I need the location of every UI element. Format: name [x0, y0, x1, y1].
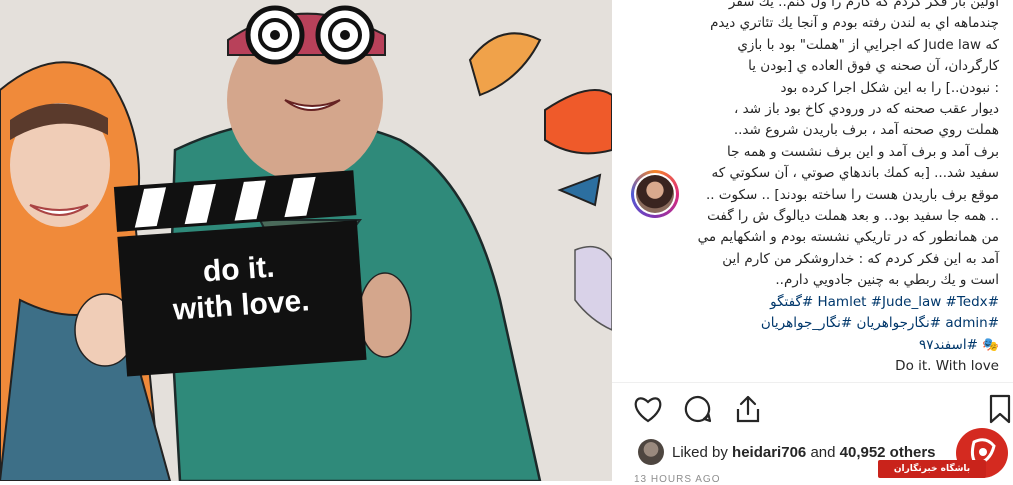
comment-icon[interactable]: [682, 392, 714, 426]
caption-line: چندماهه اي به لندن رفته بودم و آنجا يك ت…: [710, 15, 999, 32]
caption-line: ديوار عقب صحنه كه در ورودي كاخ بود باز ش…: [733, 101, 999, 118]
post-image[interactable]: do it. with love.: [0, 0, 612, 481]
caption-line: سفيد شد... [به كمك باندهاي صوتي ، آن سكو…: [711, 165, 999, 182]
caption-lines: اولين بار فكر كردم كه كارم را ول كنم.. ي…: [697, 0, 1000, 292]
caption-line: من همانطور كه در تاريكي نشسته بودم و اشك…: [697, 229, 999, 246]
liker-avatar[interactable]: [638, 439, 664, 465]
caption-line: موقع برف باريدن هست را ساخته بودند] .. س…: [705, 186, 999, 203]
post-illustration: [0, 0, 612, 481]
liker-username[interactable]: heidari706: [732, 444, 806, 461]
post-side-panel: اولين بار فكر كردم كه كارم را ول كنم.. ي…: [612, 0, 1013, 485]
caption-line: هملت روي صحنه آمد ، برف باريدن شروع شد..: [733, 122, 999, 139]
caption-signature: Do it. With love: [895, 357, 999, 374]
caption-line: برف آمد و برف آمد و اين برف نشست و همه ج…: [726, 143, 999, 160]
caption-line: كارگردان، آن صحنه ي فوق العاده ي [بودن ي…: [748, 58, 999, 75]
hashtags-line-3[interactable]: 🎭 #اسفند۹۷: [699, 335, 999, 356]
action-bar: [612, 392, 1013, 432]
post-timestamp[interactable]: 13 HOURS AGO: [634, 474, 720, 485]
share-icon[interactable]: [732, 392, 764, 426]
caption-line: اولين بار فكر كردم كه كارم را ول كنم.. ي…: [728, 0, 999, 10]
caption-text: اولين بار فكر كردم كه كارم را ول كنم.. ي…: [697, 0, 1000, 377]
caption-line: .. همه جا سفيد بود.. و بعد هملت ديالوگ ش…: [707, 208, 999, 225]
heart-icon[interactable]: [632, 392, 664, 426]
slate-text: do it. with love.: [138, 245, 343, 331]
caption-line: است و يك ربطي به چنين جادويي دارم..: [775, 272, 999, 289]
hashtags-line-1[interactable]: #Hamlet #Jude_law #Tedx #گفتگو: [699, 292, 999, 313]
caption-line: كه Jude law كه اجرايي از "هملت" بود با ب…: [737, 36, 999, 53]
hashtags-line-2[interactable]: #admin #نگارجواهریان #نگار_جواهریان: [699, 313, 999, 334]
caption-area[interactable]: اولين بار فكر كردم كه كارم را ول كنم.. ي…: [612, 0, 1013, 378]
caption-line: : نبودن..] را به اين شكل اجرا كرده بود: [780, 79, 1000, 96]
likes-connector: and: [810, 443, 836, 461]
divider: [612, 382, 1013, 383]
likes-prefix: Liked by: [672, 443, 728, 461]
bookmark-icon[interactable]: [984, 392, 1013, 426]
watermark-logo: باشگاه خبرنگاران: [878, 428, 1013, 481]
author-avatar[interactable]: [631, 170, 679, 218]
caption-line: آمد به اين فكر كردم كه : خداروشكر من كار…: [722, 250, 999, 267]
watermark-text: باشگاه خبرنگاران: [878, 460, 986, 478]
